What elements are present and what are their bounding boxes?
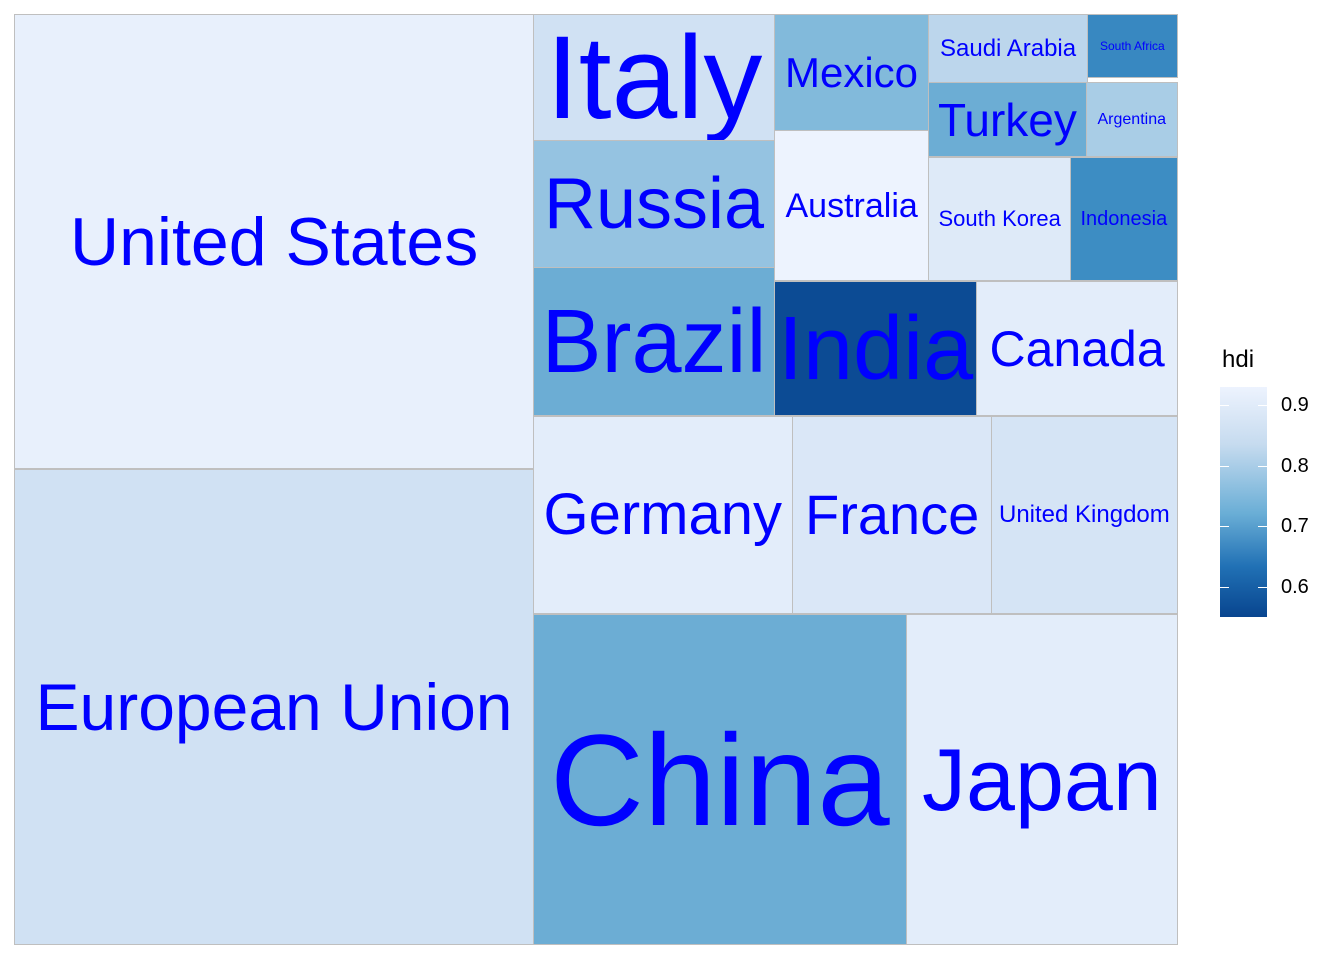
- tile-label: Brazil: [541, 291, 767, 392]
- treemap-tile-mexico: Mexico: [774, 14, 929, 131]
- tile-label: India: [778, 298, 974, 399]
- treemap-tile-germany: Germany: [533, 416, 793, 614]
- tile-label: Italy: [546, 11, 763, 144]
- legend-tick-mark: [1258, 405, 1267, 406]
- tile-label: Russia: [544, 164, 765, 244]
- tile-label: United Kingdom: [999, 501, 1170, 528]
- tile-label: South Africa: [1100, 39, 1165, 53]
- treemap-tile-australia: Australia: [774, 130, 929, 281]
- tile-label: Saudi Arabia: [940, 34, 1077, 62]
- legend-tick-mark: [1220, 405, 1229, 406]
- tile-label: Canada: [989, 320, 1165, 377]
- legend-title: hdi: [1222, 346, 1255, 373]
- treemap-tile-japan: Japan: [906, 614, 1178, 945]
- treemap-tile-united-states: United States: [14, 14, 534, 469]
- treemap-tile-united-kingdom: United Kingdom: [991, 416, 1178, 614]
- legend-tick-label: 0.8: [1281, 455, 1309, 477]
- tile-label: Mexico: [785, 48, 919, 96]
- tile-label: Turkey: [938, 93, 1077, 146]
- tile-label: Argentina: [1097, 110, 1167, 128]
- legend-tick-mark: [1258, 526, 1267, 527]
- treemap-tile-russia: Russia: [533, 140, 775, 268]
- treemap-tile-canada: Canada: [976, 281, 1178, 416]
- legend-tick-mark: [1258, 466, 1267, 467]
- color-legend: hdi 0.9 0.8 0.7 0.6: [1220, 340, 1330, 630]
- treemap-tile-india: India: [774, 281, 977, 416]
- treemap-tile-argentina: Argentina: [1086, 82, 1178, 157]
- treemap-tile-saudi-arabia: Saudi Arabia: [928, 14, 1088, 83]
- treemap-tile-turkey: Turkey: [928, 82, 1087, 157]
- legend-tick-label: 0.9: [1281, 394, 1309, 416]
- legend-tick-label: 0.7: [1281, 515, 1309, 537]
- legend-tick-mark: [1220, 526, 1229, 527]
- legend-tick-mark: [1220, 587, 1229, 588]
- treemap-tile-brazil: Brazil: [533, 267, 775, 416]
- treemap-tile-european-union: European Union: [14, 469, 534, 945]
- tile-label: Australia: [785, 186, 918, 225]
- legend-tick-label: 0.6: [1281, 576, 1309, 598]
- tile-label: United States: [70, 203, 479, 280]
- legend-tick-mark: [1258, 587, 1267, 588]
- tile-label: China: [550, 706, 890, 853]
- treemap-tile-south-africa: South Africa: [1087, 14, 1178, 78]
- treemap-tile-italy: Italy: [533, 14, 775, 141]
- tile-label: European Union: [35, 670, 513, 744]
- treemap-tile-south-korea: South Korea: [928, 157, 1071, 281]
- legend-colorbar: [1220, 387, 1267, 617]
- tile-label: France: [805, 483, 980, 546]
- tile-label: South Korea: [938, 206, 1061, 231]
- tile-label: Indonesia: [1080, 208, 1168, 230]
- tile-label: Germany: [543, 482, 783, 547]
- treemap-tile-france: France: [792, 416, 992, 614]
- treemap-tile-china: China: [533, 614, 907, 945]
- legend-tick-mark: [1220, 466, 1229, 467]
- tile-label: Japan: [922, 729, 1162, 829]
- treemap-tile-indonesia: Indonesia: [1070, 157, 1178, 281]
